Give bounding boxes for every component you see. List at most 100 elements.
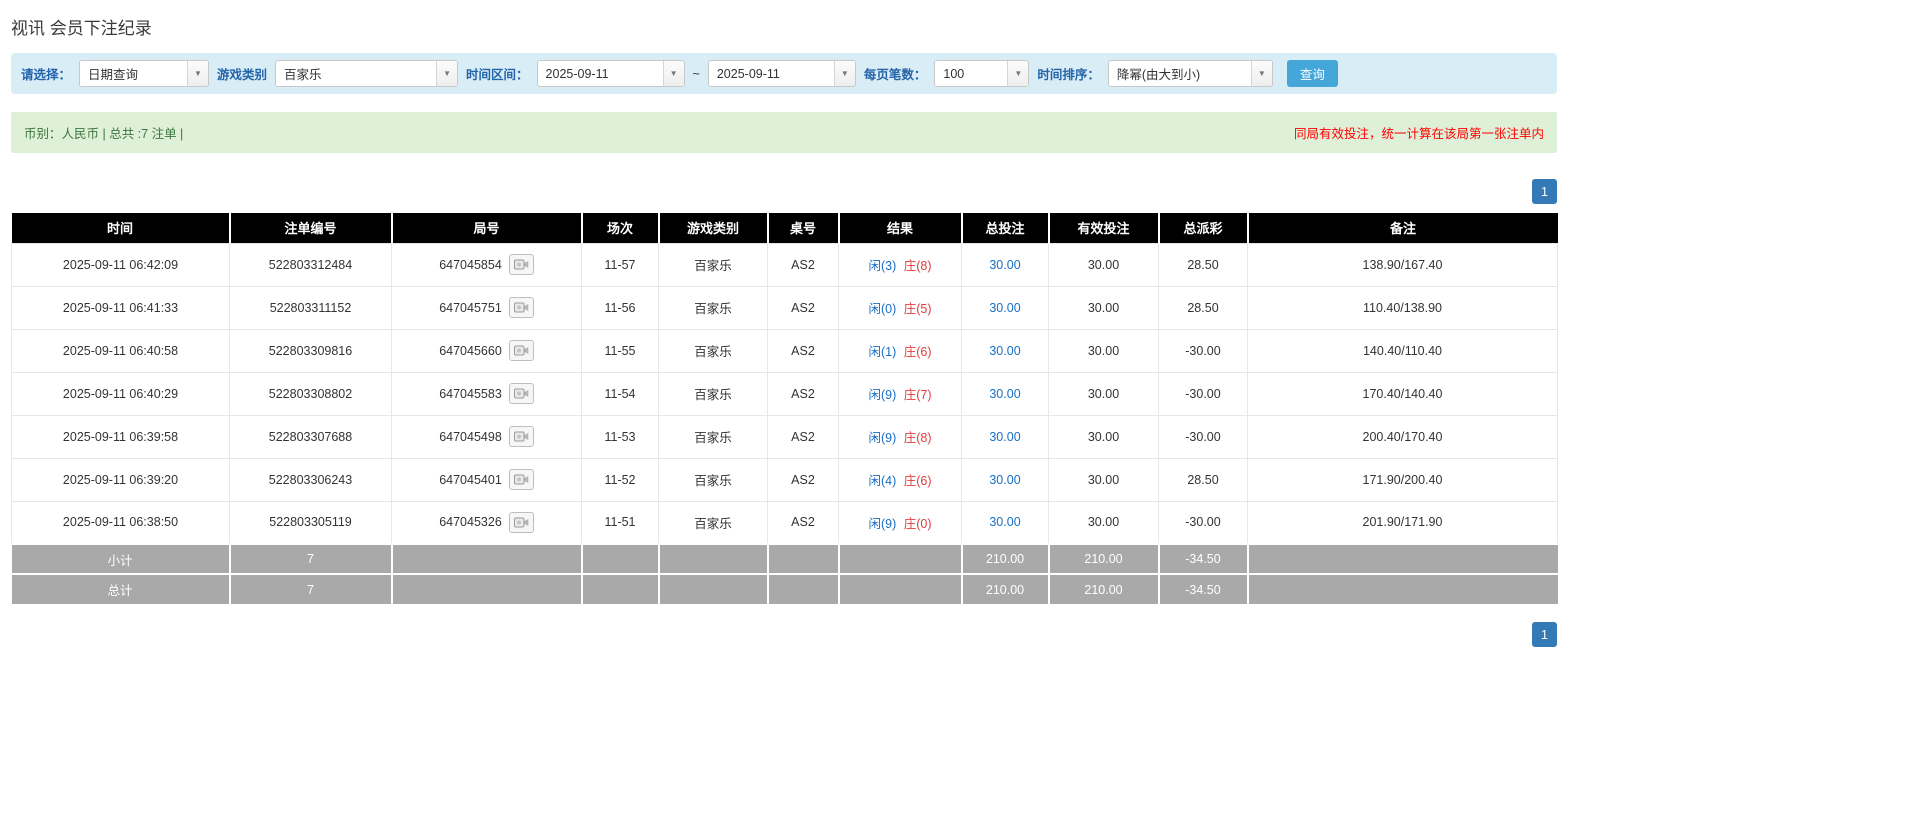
column-header-result: 结果 [838,213,963,243]
bet-id-cell: 522803309816 [229,328,392,373]
chevron-down-icon[interactable]: ▼ [662,61,684,86]
total-bet-link[interactable]: 30.00 [989,344,1020,358]
date-range-label: 时间区间： [466,68,529,82]
column-header-round-id: 局号 [391,213,583,243]
game-type-cell: 百家乐 [658,285,768,330]
round-replay-icon[interactable] [508,254,534,275]
total-bet-link[interactable]: 30.00 [989,473,1020,487]
search-button[interactable]: 查询 [1286,60,1338,87]
result-cell: 闲(1) 庄(6) [838,328,962,373]
result-player: 闲(0) [868,302,897,316]
footer-payout: -34.50 [1158,543,1249,574]
footer-valid-bet: 210.00 [1048,543,1160,574]
game-type-cell: 百家乐 [658,242,768,287]
payout-cell: -30.00 [1158,328,1248,373]
remark-cell: 170.40/140.40 [1247,371,1558,416]
round-id-cell: 647045854 [391,242,582,287]
footer-total-bet: 210.00 [961,573,1050,604]
footer-valid-bet: 210.00 [1048,573,1160,604]
column-header-session: 场次 [581,213,660,243]
table-no-cell: AS2 [767,328,839,373]
total-bet-link[interactable]: 30.00 [989,258,1020,272]
total-bet-cell: 30.00 [961,285,1049,330]
total-bet-cell: 30.00 [961,371,1049,416]
date-from-combo: ▼ [536,60,685,87]
total-bet-link[interactable]: 30.00 [989,301,1020,315]
bet-id-cell: 522803312484 [229,242,392,287]
round-id-cell: 647045751 [391,285,582,330]
time-cell: 2025-09-11 06:42:09 [11,242,230,287]
round-replay-icon[interactable] [508,511,534,533]
time-cell: 2025-09-11 06:41:33 [11,285,230,330]
filter-bar: 请选择： ▼ 游戏类别 ▼ 时间区间： ▼ ~ ▼ 每页笔数： ▼ 时间排序： … [11,53,1557,94]
round-id-value: 647045751 [439,300,502,315]
date-to-input[interactable] [708,61,834,86]
sort-order-input[interactable] [1108,61,1251,86]
page-size-combo: ▼ [934,60,1030,87]
chevron-down-icon[interactable]: ▼ [833,61,855,86]
round-replay-icon[interactable] [508,426,534,447]
footer-count: 7 [229,573,393,604]
round-id-value: 647045854 [439,257,502,272]
result-cell: 闲(3) 庄(8) [838,242,962,287]
column-header-table-no: 桌号 [767,213,840,243]
table-no-cell: AS2 [767,414,839,459]
bet-id-cell: 522803308802 [229,371,392,416]
footer-label: 总计 [11,573,231,604]
chevron-down-icon[interactable]: ▼ [1007,61,1029,86]
result-player: 闲(9) [868,431,897,445]
valid-bet-cell: 30.00 [1048,414,1159,459]
summary-currency-count: 币别：人民币 | 总共 :7 注单 | [24,127,184,141]
bet-id-cell: 522803306243 [229,457,392,502]
result-cell: 闲(0) 庄(5) [838,285,962,330]
payout-cell: 28.50 [1158,285,1248,330]
total-bet-cell: 30.00 [961,242,1049,287]
remark-cell: 171.90/200.40 [1247,457,1558,502]
pagination-top: 1 [11,179,1557,204]
game-type-input[interactable] [276,61,437,86]
round-id-cell: 647045660 [391,328,582,373]
chevron-down-icon[interactable]: ▼ [436,61,458,86]
footer-count: 7 [229,543,393,574]
chevron-down-icon[interactable]: ▼ [187,61,209,86]
chevron-down-icon[interactable]: ▼ [1250,61,1272,86]
valid-bet-cell: 30.00 [1048,500,1159,545]
round-replay-icon[interactable] [508,340,534,361]
page-button[interactable]: 1 [1532,622,1557,647]
valid-bet-cell: 30.00 [1048,457,1159,502]
table-row: 2025-09-11 06:42:09 522803312484 6470458… [11,242,1558,287]
payout-cell: 28.50 [1158,242,1248,287]
table-no-cell: AS2 [767,371,839,416]
round-replay-icon[interactable] [508,297,534,318]
page-button[interactable]: 1 [1532,179,1557,204]
select-type-label: 请选择： [21,68,72,82]
total-bet-link[interactable]: 30.00 [989,387,1020,401]
column-header-game-type: 游戏类别 [658,213,769,243]
payout-cell: -30.00 [1158,500,1248,545]
date-to-combo: ▼ [707,60,856,87]
payout-cell: -30.00 [1158,414,1248,459]
total-bet-cell: 30.00 [961,457,1049,502]
session-cell: 11-57 [581,242,659,287]
round-id-value: 647045326 [439,515,502,530]
total-bet-link[interactable]: 30.00 [989,515,1020,529]
select-type-input[interactable] [80,61,188,86]
sort-order-combo: ▼ [1107,60,1273,87]
bets-table: 时间 注单编号 局号 场次 游戏类别 桌号 结果 总投注 有效投注 总派彩 备注… [11,213,1558,604]
date-from-input[interactable] [537,61,663,86]
round-id-value: 647045498 [439,429,502,444]
page-size-input[interactable] [935,61,1008,86]
table-no-cell: AS2 [767,285,839,330]
time-cell: 2025-09-11 06:39:20 [11,457,230,502]
session-cell: 11-53 [581,414,659,459]
round-replay-icon[interactable] [508,383,534,404]
result-cell: 闲(9) 庄(0) [838,500,962,545]
result-banker: 庄(8) [903,259,932,273]
page-size-label: 每页笔数： [863,68,927,82]
round-replay-icon[interactable] [508,469,534,490]
total-bet-link[interactable]: 30.00 [989,430,1020,444]
table-row: 2025-09-11 06:40:29 522803308802 6470455… [11,371,1558,416]
result-player: 闲(1) [868,345,897,359]
result-player: 闲(9) [868,388,897,402]
valid-bet-cell: 30.00 [1048,371,1159,416]
